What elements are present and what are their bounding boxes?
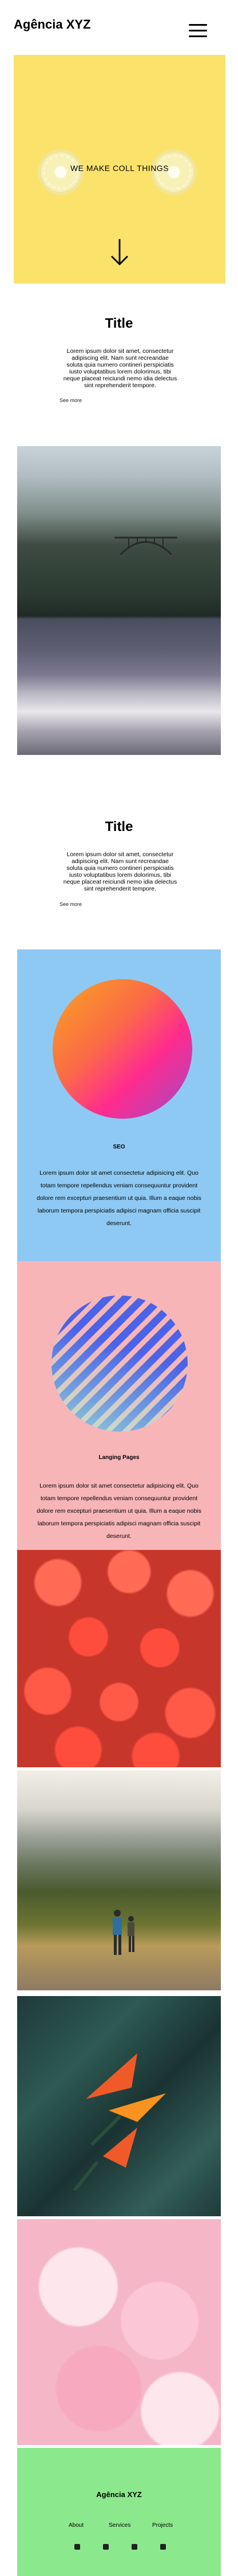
hero-banner: WE MAKE COLL THINGS [14, 55, 225, 284]
see-more-link[interactable]: See more [60, 901, 82, 907]
site-footer: Agência XYZ About Services Projects [17, 2448, 221, 2576]
striped-sphere-overlay [51, 1295, 188, 1432]
forest-bridge-photo [17, 446, 221, 755]
hamburger-menu-icon[interactable] [189, 24, 207, 38]
footer-brand[interactable]: Agência XYZ [17, 2490, 221, 2499]
hikers-silhouette [113, 1910, 134, 1955]
facebook-icon[interactable] [74, 2544, 80, 2550]
twitter-icon[interactable] [132, 2544, 137, 2550]
card-text: Lorem ipsum dolor sit amet consectetur a… [37, 1482, 201, 1540]
card-title: SEO [113, 1144, 125, 1150]
gradient-orb-image [53, 979, 192, 1119]
footer-link-projects[interactable]: Projects [152, 2522, 173, 2529]
bridge-illustration [114, 536, 177, 555]
service-card-seo[interactable]: SEO Lorem ipsum dolor sit amet consectet… [17, 949, 221, 1261]
bird-of-paradise-photo [17, 1996, 221, 2216]
see-more-link[interactable]: See more [60, 397, 82, 403]
section-title: Title [105, 316, 133, 331]
site-header: Agência XYZ [0, 0, 238, 55]
service-card-landing-pages[interactable]: Langing Pages Lorem ipsum dolor sit amet… [17, 1261, 221, 1550]
brand-logo[interactable]: Agência XYZ [14, 17, 90, 32]
hero-tagline: WE MAKE COLL THINGS [70, 164, 169, 173]
section-title: Title [105, 819, 133, 834]
section-text: Lorem ipsum dolor sit amet, consectetur … [63, 851, 177, 892]
linkedin-icon[interactable] [160, 2544, 166, 2550]
footer-link-services[interactable]: Services [109, 2522, 130, 2529]
instagram-icon[interactable] [103, 2544, 109, 2550]
section-text: Lorem ipsum dolor sit amet, consectetur … [63, 348, 177, 389]
arrow-down-icon[interactable] [108, 238, 131, 267]
orange-flower-illustration [73, 2053, 166, 2191]
hikers-mountain-photo [17, 1770, 221, 1990]
footer-link-about[interactable]: About [69, 2522, 84, 2529]
card-text: Lorem ipsum dolor sit amet consectetur a… [37, 1170, 201, 1227]
tomatoes-photo [17, 1550, 221, 1767]
pink-flowers-photo [17, 2219, 221, 2445]
card-title: Langing Pages [98, 1454, 140, 1461]
